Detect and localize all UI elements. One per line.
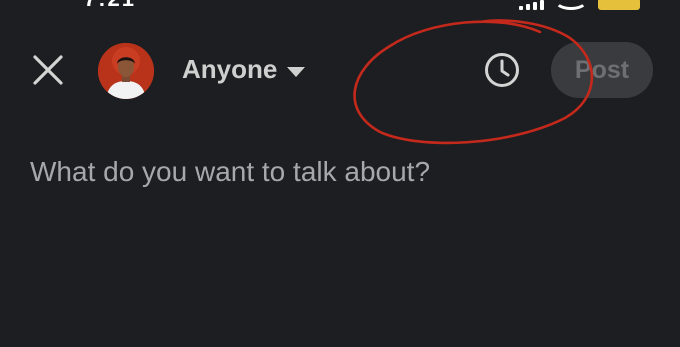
signal-icon bbox=[519, 0, 544, 10]
battery-icon bbox=[598, 0, 640, 10]
close-icon bbox=[33, 55, 63, 85]
schedule-button[interactable] bbox=[483, 51, 521, 89]
caret-down-icon bbox=[287, 66, 306, 77]
close-button[interactable] bbox=[30, 52, 66, 88]
status-indicators bbox=[519, 0, 640, 10]
avatar[interactable] bbox=[98, 43, 154, 99]
avatar-image bbox=[98, 43, 154, 99]
audience-selector[interactable]: Anyone bbox=[182, 54, 306, 85]
audience-label: Anyone bbox=[182, 54, 278, 84]
post-button[interactable]: Post bbox=[551, 42, 653, 98]
composer-placeholder[interactable]: What do you want to talk about? bbox=[30, 156, 430, 188]
wifi-icon bbox=[554, 0, 588, 10]
status-time: 7:21 bbox=[84, 0, 136, 12]
clock-icon bbox=[485, 53, 519, 87]
